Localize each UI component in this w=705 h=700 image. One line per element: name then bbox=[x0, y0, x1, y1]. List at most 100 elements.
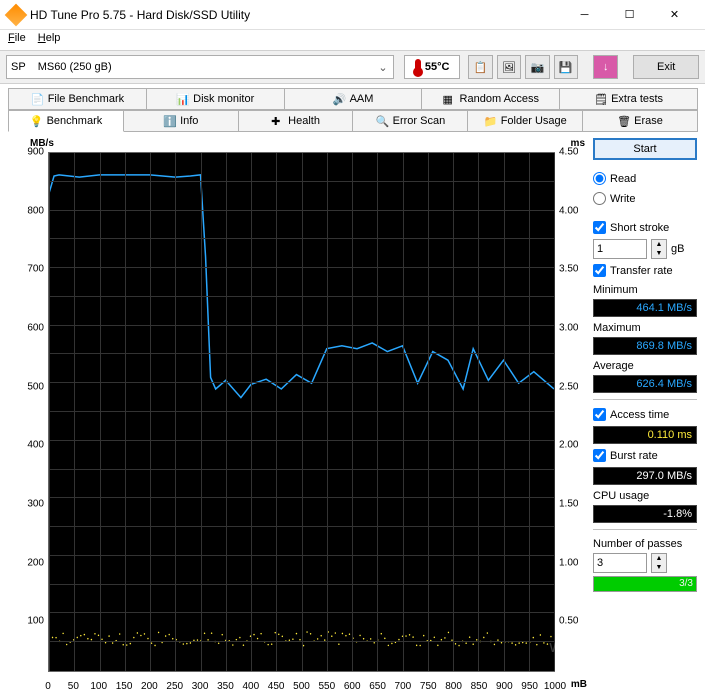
write-radio[interactable] bbox=[593, 192, 606, 205]
disk-mon-icon: 📊 bbox=[176, 93, 188, 105]
menu-file[interactable]: File bbox=[8, 32, 26, 48]
progress-text: 3/3 bbox=[679, 577, 693, 591]
chart-area: MB/s ms 100200300400500600700800900 0.50… bbox=[8, 138, 587, 692]
access-time-checkbox[interactable] bbox=[593, 408, 606, 421]
title-bar: HD Tune Pro 5.75 - Hard Disk/SSD Utility… bbox=[0, 0, 705, 30]
short-stroke-stepper[interactable]: ▲▼ bbox=[651, 239, 667, 259]
access-time-value: 0.110 ms bbox=[593, 426, 697, 444]
tab-aam[interactable]: 🔊AAM bbox=[284, 88, 423, 110]
x-tick: 350 bbox=[217, 681, 234, 692]
y-tick: 800 bbox=[8, 205, 44, 216]
x-tick: 1000 bbox=[544, 681, 566, 692]
average-value: 626.4 MB/s bbox=[593, 375, 697, 393]
x-tick: 250 bbox=[166, 681, 183, 692]
drive-name: MS60 (250 gB) bbox=[38, 61, 112, 73]
write-label: Write bbox=[610, 193, 635, 205]
read-label: Read bbox=[610, 173, 636, 185]
tab-extra-tests[interactable]: 🗒Extra tests bbox=[559, 88, 698, 110]
tab-benchmark[interactable]: 💡Benchmark bbox=[8, 110, 124, 132]
benchmark-chart bbox=[48, 152, 555, 672]
tab-error-scan[interactable]: 🔍Error Scan bbox=[352, 110, 468, 132]
transfer-rate-checkbox[interactable] bbox=[593, 264, 606, 277]
x-tick: 750 bbox=[420, 681, 437, 692]
thermometer-icon bbox=[415, 59, 421, 75]
passes-stepper[interactable]: ▲▼ bbox=[651, 553, 667, 573]
maximize-button[interactable]: ☐ bbox=[607, 1, 652, 29]
y2-tick: 3.00 bbox=[559, 323, 587, 334]
aam-icon: 🔊 bbox=[333, 93, 345, 105]
y-tick: 300 bbox=[8, 499, 44, 510]
minimize-button[interactable]: ─ bbox=[562, 1, 607, 29]
x-tick: 850 bbox=[471, 681, 488, 692]
x-tick: 700 bbox=[395, 681, 412, 692]
save-button[interactable]: 💾 bbox=[554, 55, 578, 79]
passes-input[interactable] bbox=[593, 553, 647, 573]
tab-health[interactable]: ✚Health bbox=[238, 110, 354, 132]
start-button[interactable]: Start bbox=[593, 138, 697, 160]
passes-label: Number of passes bbox=[593, 538, 697, 550]
burst-rate-checkbox[interactable] bbox=[593, 449, 606, 462]
x-tick: 300 bbox=[192, 681, 209, 692]
y2-tick: 2.50 bbox=[559, 381, 587, 392]
minimum-value: 464.1 MB/s bbox=[593, 299, 697, 317]
x-tick: 950 bbox=[521, 681, 538, 692]
exit-button[interactable]: Exit bbox=[633, 55, 699, 79]
options-button[interactable]: ↓ bbox=[593, 55, 617, 79]
copy-info-button[interactable]: 📋 bbox=[468, 55, 492, 79]
x-tick: 400 bbox=[242, 681, 259, 692]
copy-screenshot-button[interactable]: 🖼 bbox=[497, 55, 521, 79]
error-icon: 🔍 bbox=[376, 115, 388, 127]
access-time-label: Access time bbox=[610, 409, 669, 421]
tab-disk-monitor[interactable]: 📊Disk monitor bbox=[146, 88, 285, 110]
x-tick: 500 bbox=[293, 681, 310, 692]
erase-icon: 🗑 bbox=[617, 115, 629, 127]
progress-bar: 3/3 bbox=[593, 576, 697, 592]
minimum-label: Minimum bbox=[593, 284, 697, 296]
short-stroke-checkbox[interactable] bbox=[593, 221, 606, 234]
burst-rate-value: 297.0 MB/s bbox=[593, 467, 697, 485]
folder-icon: 📁 bbox=[484, 115, 496, 127]
short-stroke-label: Short stroke bbox=[610, 222, 669, 234]
y2-tick: 1.00 bbox=[559, 557, 587, 568]
bench-icon: 💡 bbox=[30, 115, 42, 127]
x-tick: 900 bbox=[496, 681, 513, 692]
tab-folder-usage[interactable]: 📁Folder Usage bbox=[467, 110, 583, 132]
maximum-value: 869.8 MB/s bbox=[593, 337, 697, 355]
read-radio[interactable] bbox=[593, 172, 606, 185]
y2-tick: 2.00 bbox=[559, 440, 587, 451]
x-tick: 600 bbox=[344, 681, 361, 692]
x-axis-unit: mB bbox=[571, 679, 587, 690]
window-title: HD Tune Pro 5.75 - Hard Disk/SSD Utility bbox=[30, 8, 562, 22]
health-icon: ✚ bbox=[271, 115, 283, 127]
x-tick: 550 bbox=[319, 681, 336, 692]
maximum-label: Maximum bbox=[593, 322, 697, 334]
short-stroke-input[interactable] bbox=[593, 239, 647, 259]
sidebar: Start Read Write Short stroke ▲▼ gB Tran… bbox=[593, 138, 697, 692]
short-stroke-unit: gB bbox=[671, 243, 684, 255]
close-button[interactable]: ✕ bbox=[652, 1, 697, 29]
extra-icon: 🗒 bbox=[594, 93, 606, 105]
x-tick: 450 bbox=[268, 681, 285, 692]
chevron-down-icon: ⌄ bbox=[375, 61, 391, 74]
screenshot-button[interactable]: 📷 bbox=[525, 55, 549, 79]
app-icon bbox=[5, 3, 28, 26]
y-tick: 900 bbox=[8, 147, 44, 158]
x-tick: 650 bbox=[369, 681, 386, 692]
tab-random-access[interactable]: ▦Random Access bbox=[421, 88, 560, 110]
y2-tick: 3.50 bbox=[559, 264, 587, 275]
transfer-rate-label: Transfer rate bbox=[610, 265, 673, 277]
tab-erase[interactable]: 🗑Erase bbox=[582, 110, 698, 132]
tab-container: 📄File Benchmark📊Disk monitor🔊AAM▦Random … bbox=[0, 84, 705, 132]
tab-info[interactable]: ℹ️Info bbox=[123, 110, 239, 132]
menu-help[interactable]: Help bbox=[38, 32, 61, 48]
random-icon: ▦ bbox=[443, 93, 455, 105]
y-tick: 200 bbox=[8, 557, 44, 568]
x-tick: 50 bbox=[68, 681, 79, 692]
drive-select[interactable]: SP MS60 (250 gB) ⌄ bbox=[6, 55, 394, 79]
toolbar: SP MS60 (250 gB) ⌄ 55°C 📋 🖼 📷 💾 ↓ Exit bbox=[0, 50, 705, 84]
y-tick: 100 bbox=[8, 616, 44, 627]
tab-file-benchmark[interactable]: 📄File Benchmark bbox=[8, 88, 147, 110]
x-tick: 100 bbox=[90, 681, 107, 692]
info-icon: ℹ️ bbox=[163, 115, 175, 127]
cpu-usage-value: -1.8% bbox=[593, 505, 697, 523]
